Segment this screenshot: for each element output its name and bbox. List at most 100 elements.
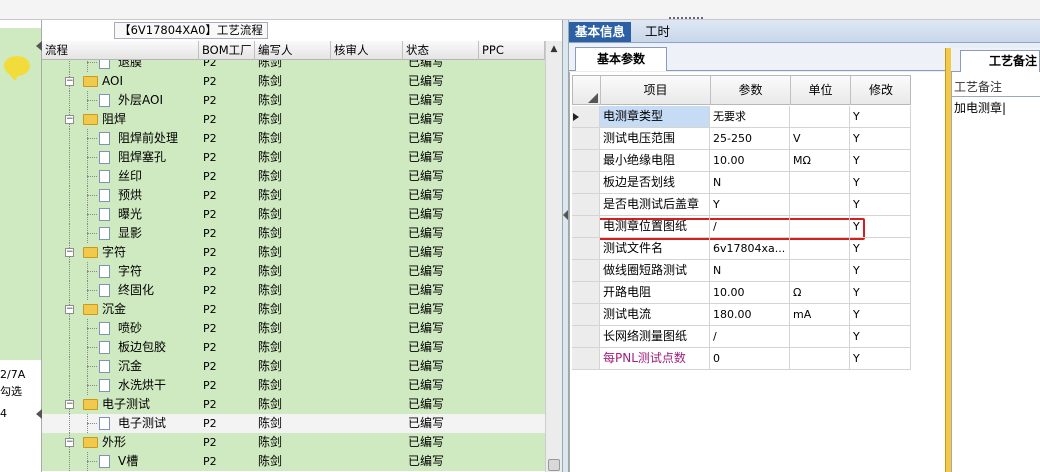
grid-modify-cell[interactable]: Y	[850, 260, 911, 281]
grid-param-cell[interactable]: N	[710, 172, 790, 193]
grid-row[interactable]: 开路电阻 10.00 Ω Y	[572, 282, 911, 304]
grid-row[interactable]: 测试文件名 6v17804xa... Y	[572, 238, 911, 260]
tree-row[interactable]: 退膜 P2 陈剑 已编写	[42, 60, 545, 72]
tree-row[interactable]: 阻焊前处理 P2 陈剑 已编写	[42, 129, 545, 148]
collapse-toggle-icon[interactable]: −	[65, 438, 74, 447]
collapse-toggle-icon[interactable]: −	[65, 115, 74, 124]
tree-row[interactable]: − 电子测试 P2 陈剑 已编写	[42, 395, 545, 414]
remark-textbox[interactable]: 加电测章|	[954, 99, 1006, 116]
grid-row[interactable]: 长网络测量图纸 / Y	[572, 326, 911, 348]
grid-param-cell[interactable]: /	[710, 216, 790, 237]
grid-param-cell[interactable]: 10.00	[710, 282, 790, 303]
tree-row[interactable]: 外层AOI P2 陈剑 已编写	[42, 91, 545, 110]
grid-unit-cell[interactable]	[790, 326, 850, 347]
grid-modify-cell[interactable]: Y	[850, 282, 911, 303]
grid-row[interactable]: 电测章类型 无要求 Y	[572, 106, 911, 128]
tree-vertical-scrollbar[interactable]: ▲	[545, 41, 562, 472]
tree-row[interactable]: − AOI P2 陈剑 已编写	[42, 72, 545, 91]
tree-row[interactable]: − 阻焊 P2 陈剑 已编写	[42, 110, 545, 129]
grid-unit-cell[interactable]	[790, 238, 850, 259]
row-indicator[interactable]	[572, 106, 600, 127]
tree-row[interactable]: 阻焊塞孔 P2 陈剑 已编写	[42, 148, 545, 167]
grid-param-cell[interactable]: 25-250	[710, 128, 790, 149]
tree-row[interactable]: 沉金 P2 陈剑 已编写	[42, 357, 545, 376]
grid-param-cell[interactable]: 0	[710, 348, 790, 369]
grid-modify-cell[interactable]: Y	[850, 304, 911, 325]
grid-modify-cell[interactable]: Y	[850, 172, 911, 193]
tree-row[interactable]: 喷砂 P2 陈剑 已编写	[42, 319, 545, 338]
grid-row[interactable]: 板边是否划线 N Y	[572, 172, 911, 194]
grid-param-cell[interactable]: 6v17804xa...	[710, 238, 790, 259]
grid-unit-cell[interactable]	[790, 216, 850, 237]
tree-row[interactable]: 丝印 P2 陈剑 已编写	[42, 167, 545, 186]
row-indicator[interactable]	[572, 260, 600, 281]
grid-modify-cell[interactable]: Y	[850, 326, 911, 347]
comment-bubble-icon[interactable]	[4, 56, 30, 81]
grid-param-cell[interactable]: 无要求	[710, 106, 790, 127]
grid-row[interactable]: 每PNL测试点数 0 Y	[572, 348, 911, 370]
tab-basic-params[interactable]: 基本参数	[575, 47, 667, 71]
tree-row[interactable]: 终固化 P2 陈剑 已编写	[42, 281, 545, 300]
grid-modify-cell[interactable]: Y	[850, 216, 911, 237]
tree-col-header[interactable]: BOM工厂	[199, 41, 255, 60]
grid-modify-cell[interactable]: Y	[850, 128, 911, 149]
grid-row[interactable]: 电测章位置图纸 / Y	[572, 216, 911, 238]
panel-splitter[interactable]	[562, 20, 569, 472]
grid-row[interactable]: 做线圈短路测试 N Y	[572, 260, 911, 282]
tree-row[interactable]: 预烘 P2 陈剑 已编写	[42, 186, 545, 205]
tab-process-remark[interactable]: 工艺备注	[960, 50, 1040, 72]
tree-col-header[interactable]: 核审人	[331, 41, 403, 60]
grid-modify-cell[interactable]: Y	[850, 348, 911, 369]
tree-col-header[interactable]: 编写人	[255, 41, 331, 60]
row-indicator[interactable]	[572, 238, 600, 259]
tree-col-header[interactable]: 状态	[403, 41, 479, 60]
collapse-toggle-icon[interactable]: −	[65, 77, 74, 86]
tree-row[interactable]: 字符 P2 陈剑 已编写	[42, 262, 545, 281]
grid-unit-cell[interactable]: MΩ	[790, 150, 850, 171]
grid-param-cell[interactable]: /	[710, 326, 790, 347]
grid-row[interactable]: 最小绝缘电阻 10.00 MΩ Y	[572, 150, 911, 172]
grid-param-cell[interactable]: 180.00	[710, 304, 790, 325]
grid-unit-cell[interactable]: Ω	[790, 282, 850, 303]
col-header-param[interactable]: 参数	[711, 76, 791, 105]
grid-modify-cell[interactable]: Y	[850, 106, 911, 127]
col-header-unit[interactable]: 单位	[791, 76, 851, 105]
grid-row[interactable]: 是否电测试后盖章 Y Y	[572, 194, 911, 216]
tree-col-header[interactable]: 流程	[42, 41, 199, 60]
grid-row[interactable]: 测试电压范围 25-250 V Y	[572, 128, 911, 150]
tree-row[interactable]: − 沉金 P2 陈剑 已编写	[42, 300, 545, 319]
grid-param-cell[interactable]: Y	[710, 194, 790, 215]
grid-unit-cell[interactable]	[790, 260, 850, 281]
row-indicator[interactable]	[572, 282, 600, 303]
tree-row[interactable]: 电子测试 P2 陈剑 已编写	[42, 414, 545, 433]
grid-modify-cell[interactable]: Y	[850, 238, 911, 259]
grid-unit-cell[interactable]: mA	[790, 304, 850, 325]
grid-unit-cell[interactable]	[790, 106, 850, 127]
collapse-toggle-icon[interactable]: −	[65, 248, 74, 257]
row-indicator[interactable]	[572, 172, 600, 193]
drag-grip-icon[interactable]	[669, 17, 703, 23]
grid-row[interactable]: 测试电流 180.00 mA Y	[572, 304, 911, 326]
tree-row[interactable]: − 字符 P2 陈剑 已编写	[42, 243, 545, 262]
grid-param-cell[interactable]: N	[710, 260, 790, 281]
tree-row[interactable]: 曝光 P2 陈剑 已编写	[42, 205, 545, 224]
col-header-item[interactable]: 项目	[601, 76, 711, 105]
tree-row[interactable]: 水洗烘干 P2 陈剑 已编写	[42, 376, 545, 395]
grid-modify-cell[interactable]: Y	[850, 194, 911, 215]
row-indicator[interactable]	[572, 128, 600, 149]
row-indicator[interactable]	[572, 304, 600, 325]
row-indicator[interactable]	[572, 348, 600, 369]
row-indicator[interactable]	[572, 216, 600, 237]
tree-col-header[interactable]: PPC	[479, 41, 545, 60]
tree-row[interactable]: 板边包胶 P2 陈剑 已编写	[42, 338, 545, 357]
collapse-toggle-icon[interactable]: −	[65, 305, 74, 314]
tab-work-hours[interactable]: 工时	[639, 22, 676, 42]
grid-param-cell[interactable]: 10.00	[710, 150, 790, 171]
scroll-thumb[interactable]	[548, 459, 560, 471]
tree-row[interactable]: − 外形 P2 陈剑 已编写	[42, 433, 545, 452]
grid-unit-cell[interactable]: V	[790, 128, 850, 149]
row-indicator[interactable]	[572, 326, 600, 347]
tree-row[interactable]: 显影 P2 陈剑 已编写	[42, 224, 545, 243]
tree-row[interactable]: V槽 P2 陈剑 已编写	[42, 452, 545, 471]
grid-unit-cell[interactable]	[790, 172, 850, 193]
